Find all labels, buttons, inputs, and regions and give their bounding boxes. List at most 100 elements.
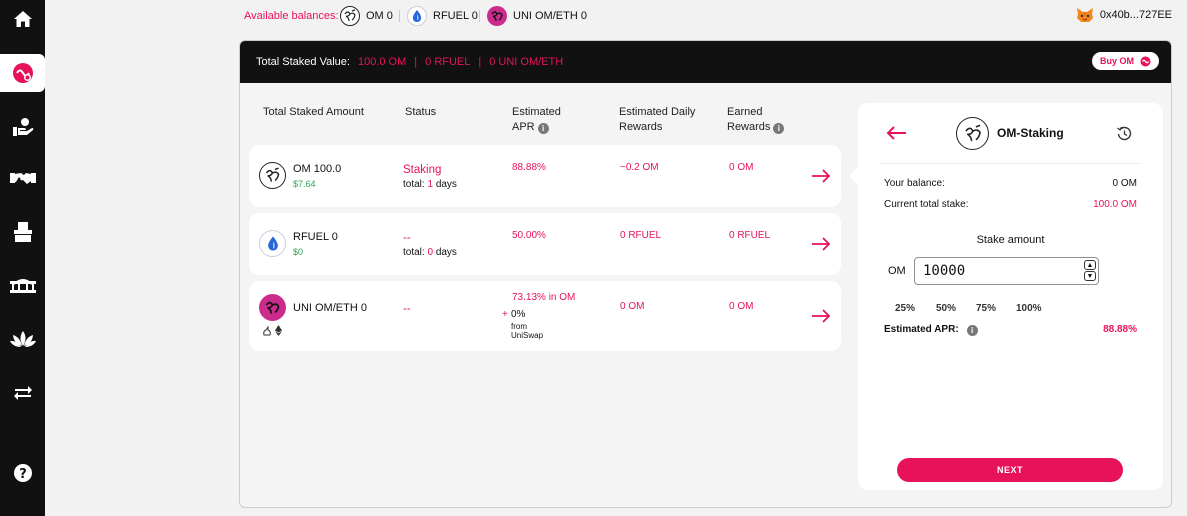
balance-uni: UNI OM/ETH 0 xyxy=(487,5,587,27)
total-staked-header: Total Staked Value: 100.0 OM | 0 RFUEL |… xyxy=(240,41,1171,83)
panel-divider xyxy=(880,163,1141,164)
total-staked-uni: 0 UNI OM/ETH xyxy=(489,56,564,68)
available-balances-label: Available balances: xyxy=(244,10,339,22)
row-earned-rewards: 0 OM xyxy=(729,301,754,312)
total-staked-rfuel: 0 RFUEL xyxy=(425,56,471,68)
info-icon[interactable]: i xyxy=(773,123,785,134)
percent-25-button[interactable]: 25% xyxy=(895,303,915,314)
buy-om-button[interactable]: Buy OM xyxy=(1092,52,1159,70)
uni-om-eth-icon xyxy=(487,6,507,26)
row-apr-from: from xyxy=(511,322,527,331)
staking-icon xyxy=(12,63,33,83)
sidebar-item-lending[interactable] xyxy=(0,108,45,146)
home-icon xyxy=(13,11,32,27)
balance-uni-amount: UNI OM/ETH 0 xyxy=(513,10,587,22)
sidebar-item-swap[interactable] xyxy=(0,374,45,412)
back-arrow-icon[interactable] xyxy=(885,126,907,140)
wallet-button[interactable]: 0x40b...727EE xyxy=(1076,7,1172,23)
top-bar: Available balances: OM 0 RFUEL 0 UNI OM/… xyxy=(45,0,1187,33)
arrow-right-icon[interactable] xyxy=(811,237,831,251)
next-button[interactable]: NEXT xyxy=(897,458,1123,482)
stepper-up-icon[interactable]: ▲ xyxy=(1084,260,1096,270)
percent-50-button[interactable]: 50% xyxy=(936,303,956,314)
row-earned-rewards: 0 RFUEL xyxy=(729,230,771,241)
sidebar-item-staking[interactable] xyxy=(0,54,45,92)
info-icon[interactable]: i xyxy=(537,123,549,134)
stake-amount-stepper[interactable]: ▲ ▼ xyxy=(1084,260,1097,282)
estimated-apr-value: 88.88% xyxy=(1103,324,1137,335)
row-apr-plus: + xyxy=(502,309,508,320)
column-header-apr: Estimated APR i xyxy=(512,105,561,135)
panel-pointer xyxy=(849,166,859,186)
panel-title: OM-Staking xyxy=(997,126,1064,140)
your-balance-label: Your balance: xyxy=(884,178,945,189)
estimated-apr-row: Estimated APR: i 88.88% xyxy=(884,324,1137,336)
total-stake-label: Current total stake: xyxy=(884,199,969,210)
stake-currency-label: OM xyxy=(888,265,906,277)
staking-row-om[interactable]: OM 100.0 $7.64 Staking total: 1 days 88.… xyxy=(249,145,841,207)
row-apr: 50.00% xyxy=(512,230,546,241)
row-token-amount: UNI OM/ETH 0 xyxy=(293,302,367,314)
row-status: Staking xyxy=(403,164,442,176)
staking-row-rfuel[interactable]: RFUEL 0 $0 -- total: 0 days 50.00% 0 RFU… xyxy=(249,213,841,275)
ethereum-icon xyxy=(275,325,282,336)
sidebar-item-bridge[interactable] xyxy=(0,267,45,305)
svg-text:?: ? xyxy=(19,467,27,482)
om-icon xyxy=(340,6,360,26)
balance-om-amount: OM 0 xyxy=(366,10,393,22)
column-header-daily-line2: Rewards xyxy=(619,121,663,133)
om-staking-panel: OM-Staking Your balance: 0 OM Current to… xyxy=(849,103,1163,490)
row-token-amount: RFUEL 0 xyxy=(293,231,338,243)
column-header-daily-line1: Estimated Daily xyxy=(619,106,696,118)
column-header-apr-line1: Estimated xyxy=(512,106,561,118)
staking-main-card: Total Staked Value: 100.0 OM | 0 RFUEL |… xyxy=(239,40,1172,508)
total-staked-om: 100.0 OM xyxy=(357,56,407,68)
row-total-days: total: 0 days xyxy=(403,247,457,258)
your-balance-row: Your balance: 0 OM xyxy=(884,178,1137,189)
sidebar-item-lotus[interactable] xyxy=(0,320,45,358)
buy-om-label: Buy OM xyxy=(1099,56,1134,66)
help-icon: ? xyxy=(13,464,32,482)
column-header-status: Status xyxy=(405,106,437,118)
balance-divider xyxy=(399,10,400,22)
sidebar-item-help[interactable]: ? xyxy=(0,454,45,492)
om-icon xyxy=(956,117,989,150)
ballot-box-icon xyxy=(13,222,32,242)
column-header-earned-line2: Rewards xyxy=(727,121,771,133)
handshake-icon xyxy=(9,173,36,184)
estimated-apr-label: Estimated APR: i xyxy=(884,324,978,336)
unicorn-icon xyxy=(263,326,271,336)
row-daily-rewards: ~0.2 OM xyxy=(620,162,659,173)
rfuel-icon xyxy=(407,6,427,26)
arrow-right-icon[interactable] xyxy=(811,169,831,183)
stake-amount-label: Stake amount xyxy=(976,234,1045,246)
column-header-earned-line1: Earned xyxy=(727,106,763,118)
sidebar-item-home[interactable] xyxy=(0,0,45,38)
staking-row-uni[interactable]: UNI OM/ETH 0 -- 73.13% in OM + 0% from U… xyxy=(249,281,841,351)
row-token-amount: OM 100.0 xyxy=(293,163,342,175)
percent-75-button[interactable]: 75% xyxy=(976,303,996,314)
sidebar-item-governance[interactable] xyxy=(0,213,45,251)
column-header-daily: Estimated Daily Rewards xyxy=(619,105,695,135)
row-usd-value: $7.64 xyxy=(293,179,316,189)
lotus-icon xyxy=(9,331,36,347)
column-header-earned: Earned Rewards i xyxy=(727,105,785,135)
column-header-amount: Total Staked Amount xyxy=(263,106,364,118)
total-staked-label: Total Staked Value: xyxy=(256,56,350,68)
arrow-right-icon[interactable] xyxy=(811,309,831,323)
row-apr-extra: 0% xyxy=(511,309,526,320)
row-daily-rewards: 0 RFUEL xyxy=(620,230,662,241)
sidebar-item-farming[interactable] xyxy=(0,160,45,198)
balance-divider xyxy=(479,10,480,22)
row-earned-rewards: 0 OM xyxy=(729,162,754,173)
stake-amount-input[interactable]: 10000 xyxy=(914,257,1099,285)
uni-om-eth-icon xyxy=(259,294,286,321)
wallet-address: 0x40b...727EE xyxy=(1099,9,1172,21)
info-icon[interactable]: i xyxy=(966,325,978,336)
history-icon[interactable] xyxy=(1117,126,1132,141)
percent-100-button[interactable]: 100% xyxy=(1016,303,1042,314)
stepper-down-icon[interactable]: ▼ xyxy=(1084,271,1096,281)
row-status: -- xyxy=(403,303,411,315)
staking-icon xyxy=(1140,56,1151,66)
metamask-fox-icon xyxy=(1076,8,1093,22)
